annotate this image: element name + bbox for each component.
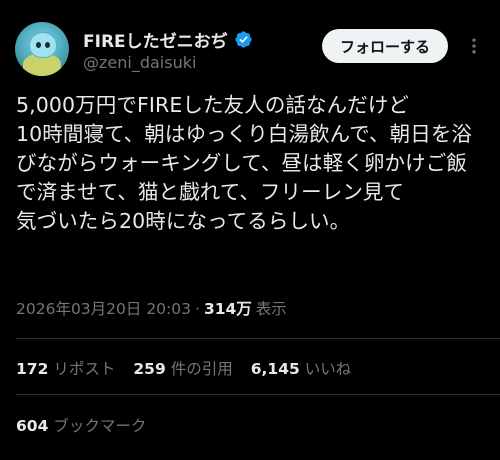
likes-label: いいね	[304, 360, 352, 378]
more-options-icon	[472, 38, 476, 54]
more-options-button[interactable]	[462, 34, 486, 58]
bookmarks-label: ブックマーク	[53, 417, 147, 435]
divider	[16, 338, 500, 339]
quotes-stat[interactable]: 259 件の引用	[133, 357, 232, 379]
meta-separator: ·	[195, 300, 200, 318]
bookmarks-stat[interactable]: 604 ブックマーク	[16, 414, 146, 436]
divider	[16, 394, 500, 395]
author-handle[interactable]: @zeni_daisuki	[83, 53, 196, 72]
author-name-row: FIREしたゼニおぢ	[83, 27, 253, 52]
tweet-timestamp[interactable]: 2026年03月20日 20:03	[16, 297, 191, 319]
tweet-meta: 2026年03月20日 20:03 · 314万 表示	[16, 297, 287, 319]
engagement-stats: 172 リポスト 259 件の引用 6,145 いいね	[16, 357, 369, 379]
tweet-text: 5,000万円でFIREした友人の話なんだけど 10時間寝て、朝はゆっくり白湯飲…	[16, 93, 473, 233]
quotes-count: 259	[133, 360, 166, 378]
views-count: 314万	[203, 300, 252, 318]
bookmarks-count: 604	[16, 417, 49, 435]
likes-stat[interactable]: 6,145 いいね	[251, 357, 352, 379]
author-display-name[interactable]: FIREしたゼニおぢ	[83, 27, 228, 52]
tweet-detail: FIREしたゼニおぢ @zeni_daisuki フォローする 5,000万円で…	[0, 0, 500, 460]
verified-badge-icon	[235, 31, 252, 48]
reposts-count: 172	[16, 360, 49, 378]
follow-button[interactable]: フォローする	[322, 29, 448, 63]
reposts-label: リポスト	[53, 360, 116, 378]
avatar[interactable]	[15, 22, 69, 76]
quotes-label: 件の引用	[170, 360, 233, 378]
likes-count: 6,145	[250, 360, 300, 378]
reposts-stat[interactable]: 172 リポスト	[16, 357, 115, 379]
views-label: 表示	[255, 300, 287, 318]
